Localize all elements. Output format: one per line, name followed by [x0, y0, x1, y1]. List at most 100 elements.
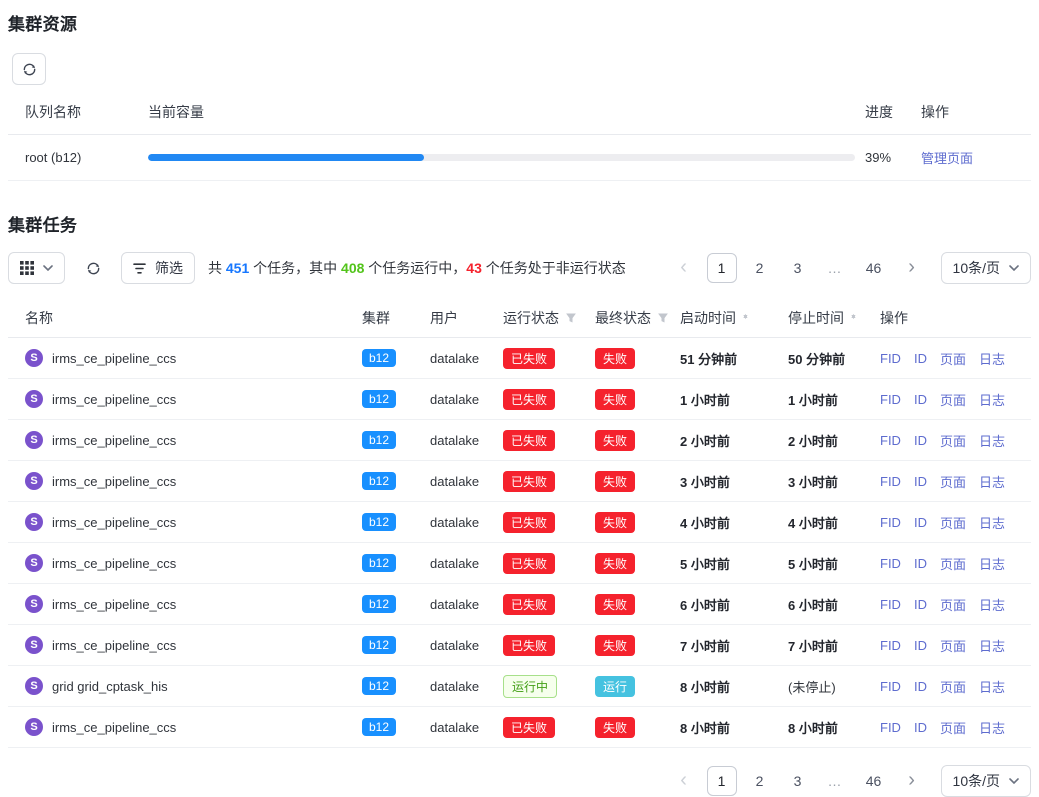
funnel-filter-icon[interactable] [657, 312, 669, 324]
funnel-filter-icon[interactable] [565, 312, 577, 324]
tasks-table-header: 名称 集群 用户 运行状态 最终状态 启动时间 ▲▼ [8, 298, 1031, 338]
page-link[interactable]: 页面 [940, 718, 966, 737]
start-time: 51 分钟前 [680, 349, 788, 368]
fid-link[interactable]: FID [880, 433, 901, 448]
id-link[interactable]: ID [914, 515, 927, 530]
col-start-time[interactable]: 启动时间 ▲▼ [680, 308, 788, 328]
log-link[interactable]: 日志 [979, 390, 1005, 409]
log-link[interactable]: 日志 [979, 677, 1005, 696]
tasks-refresh-button[interactable] [78, 252, 108, 284]
page-link[interactable]: 页面 [940, 513, 966, 532]
table-row: S irms_ce_pipeline_ccs b12 datalake 已失败 … [8, 379, 1031, 420]
page-size-select[interactable]: 10条/页 [941, 252, 1031, 284]
log-link[interactable]: 日志 [979, 595, 1005, 614]
table-row: S irms_ce_pipeline_ccs b12 datalake 已失败 … [8, 338, 1031, 379]
prev-page-button[interactable]: ‹ [669, 766, 699, 796]
fid-link[interactable]: FID [880, 720, 901, 735]
task-name: grid grid_cptask_his [52, 679, 168, 694]
id-link[interactable]: ID [914, 597, 927, 612]
page-button-46[interactable]: 46 [859, 766, 889, 796]
resources-refresh-button[interactable] [12, 53, 46, 85]
page-button-3[interactable]: 3 [783, 766, 813, 796]
page-button-1[interactable]: 1 [707, 253, 737, 283]
sort-icon[interactable]: ▲▼ [850, 317, 857, 318]
page-size-select[interactable]: 10条/页 [941, 765, 1031, 797]
stop-time: (未停止) [788, 677, 880, 696]
chevron-down-icon [43, 265, 53, 271]
id-link[interactable]: ID [914, 556, 927, 571]
run-status-badge: 已失败 [503, 471, 555, 492]
log-link[interactable]: 日志 [979, 472, 1005, 491]
fid-link[interactable]: FID [880, 597, 901, 612]
page-link[interactable]: 页面 [940, 431, 966, 450]
avatar: S [25, 431, 43, 449]
log-link[interactable]: 日志 [979, 718, 1005, 737]
task-name: irms_ce_pipeline_ccs [52, 515, 176, 530]
fid-link[interactable]: FID [880, 638, 901, 653]
prev-page-button[interactable]: ‹ [669, 253, 699, 283]
refresh-icon [22, 62, 37, 77]
fid-link[interactable]: FID [880, 392, 901, 407]
next-page-button[interactable]: › [897, 253, 927, 283]
id-link[interactable]: ID [914, 638, 927, 653]
next-page-button[interactable]: › [897, 766, 927, 796]
id-link[interactable]: ID [914, 433, 927, 448]
user-name: datalake [430, 351, 503, 366]
page-link[interactable]: 页面 [940, 595, 966, 614]
progress-percent: 39% [865, 150, 921, 165]
page-ellipsis[interactable]: … [821, 253, 851, 283]
task-name: irms_ce_pipeline_ccs [52, 433, 176, 448]
page-button-3[interactable]: 3 [783, 253, 813, 283]
id-link[interactable]: ID [914, 720, 927, 735]
fid-link[interactable]: FID [880, 474, 901, 489]
page-ellipsis[interactable]: … [821, 766, 851, 796]
page-link[interactable]: 页面 [940, 554, 966, 573]
column-settings-button[interactable] [8, 252, 65, 284]
page-link[interactable]: 页面 [940, 349, 966, 368]
task-name: irms_ce_pipeline_ccs [52, 556, 176, 571]
user-name: datalake [430, 679, 503, 694]
page-button-2[interactable]: 2 [745, 253, 775, 283]
id-link[interactable]: ID [914, 392, 927, 407]
fid-link[interactable]: FID [880, 556, 901, 571]
log-link[interactable]: 日志 [979, 636, 1005, 655]
avatar: S [25, 554, 43, 572]
page-button-46[interactable]: 46 [859, 253, 889, 283]
page-link[interactable]: 页面 [940, 636, 966, 655]
page-link[interactable]: 页面 [940, 472, 966, 491]
cluster-badge: b12 [362, 390, 396, 408]
id-link[interactable]: ID [914, 474, 927, 489]
log-link[interactable]: 日志 [979, 554, 1005, 573]
user-name: datalake [430, 474, 503, 489]
start-time: 7 小时前 [680, 636, 788, 655]
log-link[interactable]: 日志 [979, 431, 1005, 450]
manage-page-link[interactable]: 管理页面 [921, 151, 973, 166]
col-run-status: 运行状态 [503, 308, 595, 328]
stop-time: 1 小时前 [788, 390, 880, 409]
fid-link[interactable]: FID [880, 351, 901, 366]
page-button-1[interactable]: 1 [707, 766, 737, 796]
table-row: S irms_ce_pipeline_ccs b12 datalake 已失败 … [8, 625, 1031, 666]
page-link[interactable]: 页面 [940, 677, 966, 696]
capacity-progress-bar [148, 154, 855, 161]
filter-button[interactable]: 筛选 [121, 252, 195, 284]
id-link[interactable]: ID [914, 351, 927, 366]
log-link[interactable]: 日志 [979, 513, 1005, 532]
col-progress: 进度 [865, 102, 921, 122]
col-stop-time[interactable]: 停止时间 ▲▼ [788, 308, 880, 328]
log-link[interactable]: 日志 [979, 349, 1005, 368]
fid-link[interactable]: FID [880, 515, 901, 530]
page-button-2[interactable]: 2 [745, 766, 775, 796]
id-link[interactable]: ID [914, 679, 927, 694]
run-status-badge: 已失败 [503, 635, 555, 656]
task-name: irms_ce_pipeline_ccs [52, 474, 176, 489]
col-final-status-label: 最终状态 [595, 308, 651, 328]
page-link[interactable]: 页面 [940, 390, 966, 409]
final-status-badge: 失败 [595, 471, 635, 492]
page-size-value: 10条/页 [953, 258, 1000, 278]
sort-icon[interactable]: ▲▼ [742, 317, 749, 318]
resources-table-row: root (b12) 39% 管理页面 [8, 135, 1031, 181]
col-cluster: 集群 [362, 308, 430, 328]
start-time: 3 小时前 [680, 472, 788, 491]
fid-link[interactable]: FID [880, 679, 901, 694]
